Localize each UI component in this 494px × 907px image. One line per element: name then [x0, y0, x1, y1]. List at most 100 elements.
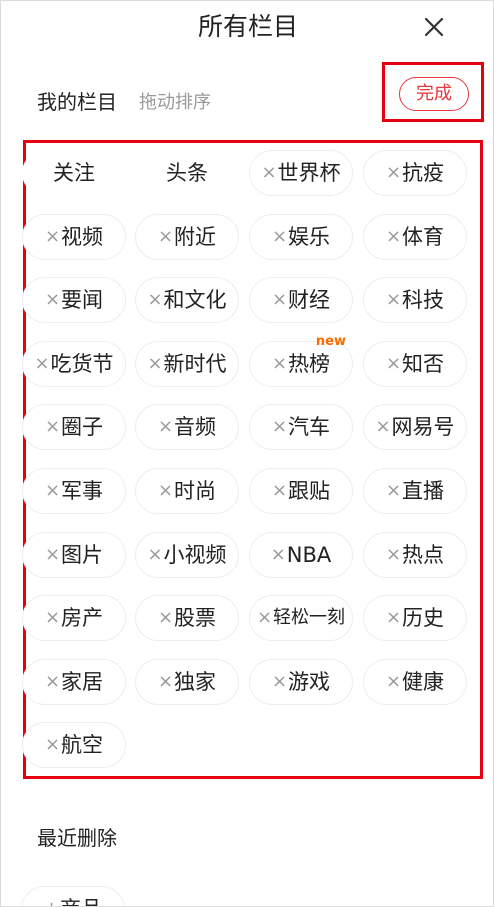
remove-x-icon[interactable]: ×: [147, 544, 162, 566]
column-chip-label: 游戏: [288, 670, 331, 694]
remove-x-icon[interactable]: ×: [386, 226, 401, 248]
column-chip[interactable]: × 时尚: [135, 468, 239, 514]
recent-deleted-chip[interactable]: + 商品: [21, 886, 125, 906]
my-columns-title: 我的栏目: [37, 90, 117, 114]
column-chip[interactable]: × 附近: [135, 214, 239, 260]
column-chip[interactable]: × 游戏: [249, 659, 353, 705]
column-chip[interactable]: × 视频: [22, 214, 126, 260]
column-chip[interactable]: × 航空: [22, 722, 126, 768]
column-chip[interactable]: × 汽车: [249, 404, 353, 450]
column-chip[interactable]: 关注: [22, 150, 126, 196]
remove-x-icon[interactable]: ×: [386, 353, 401, 375]
column-chip[interactable]: × 家居: [22, 659, 126, 705]
column-chip[interactable]: × 世界杯: [249, 150, 353, 196]
remove-x-icon[interactable]: ×: [375, 416, 390, 438]
column-chip-label: 娱乐: [288, 225, 331, 249]
column-chip-label: 时尚: [174, 479, 217, 503]
column-chip[interactable]: × 娱乐: [249, 214, 353, 260]
column-chip-label: 家居: [61, 670, 104, 694]
remove-x-icon[interactable]: ×: [158, 480, 173, 502]
column-chip[interactable]: × 知否: [363, 341, 467, 387]
column-chip-label: 网易号: [391, 415, 455, 439]
close-button[interactable]: [418, 11, 450, 43]
column-chip-label: 关注: [53, 161, 95, 185]
column-chip[interactable]: × NBA: [249, 532, 353, 578]
remove-x-icon[interactable]: ×: [158, 671, 173, 693]
remove-x-icon[interactable]: ×: [45, 480, 60, 502]
column-chip[interactable]: × 股票: [135, 595, 239, 641]
column-chip[interactable]: × 跟贴: [249, 468, 353, 514]
remove-x-icon[interactable]: ×: [386, 289, 401, 311]
column-chip[interactable]: × 小视频: [135, 532, 239, 578]
new-badge: new: [315, 334, 346, 349]
remove-x-icon[interactable]: ×: [34, 353, 49, 375]
column-chip-label: 历史: [402, 606, 445, 630]
remove-x-icon[interactable]: ×: [386, 607, 401, 629]
remove-x-icon[interactable]: ×: [272, 289, 287, 311]
column-chip[interactable]: × 网易号: [363, 404, 467, 450]
column-chip[interactable]: × 和文化: [135, 277, 239, 323]
column-chip[interactable]: × 音频: [135, 404, 239, 450]
column-chip[interactable]: × 图片: [22, 532, 126, 578]
remove-x-icon[interactable]: ×: [158, 607, 173, 629]
column-chip[interactable]: × 直播: [363, 468, 467, 514]
remove-x-icon[interactable]: ×: [45, 416, 60, 438]
header: 所有栏目: [1, 1, 493, 55]
remove-x-icon[interactable]: ×: [45, 607, 60, 629]
remove-x-icon[interactable]: ×: [158, 226, 173, 248]
recent-deleted-title: 最近删除: [37, 826, 117, 850]
remove-x-icon[interactable]: ×: [158, 416, 173, 438]
remove-x-icon[interactable]: ×: [147, 289, 162, 311]
remove-x-icon[interactable]: ×: [272, 671, 287, 693]
column-chip[interactable]: × 科技: [363, 277, 467, 323]
remove-x-icon[interactable]: ×: [386, 162, 401, 184]
column-chip[interactable]: × 财经: [249, 277, 353, 323]
column-chip[interactable]: × 抗疫: [363, 150, 467, 196]
column-chip[interactable]: × 体育: [363, 214, 467, 260]
column-chip-label: 房产: [61, 606, 104, 630]
remove-x-icon[interactable]: ×: [272, 416, 287, 438]
column-chip[interactable]: × 房产: [22, 595, 126, 641]
column-chip[interactable]: × 新时代: [135, 341, 239, 387]
column-chip[interactable]: × 热点: [363, 532, 467, 578]
remove-x-icon[interactable]: ×: [45, 671, 60, 693]
remove-x-icon[interactable]: ×: [386, 671, 401, 693]
column-chip-label: 军事: [61, 479, 104, 503]
column-chip-label: 体育: [402, 225, 445, 249]
remove-x-icon[interactable]: ×: [272, 353, 287, 375]
remove-x-icon[interactable]: ×: [147, 353, 162, 375]
column-chip-label: 抗疫: [402, 161, 445, 185]
column-chip-label: 健康: [402, 670, 445, 694]
remove-x-icon[interactable]: ×: [271, 544, 286, 566]
column-chip-label: 科技: [402, 288, 445, 312]
done-highlight: 完成: [382, 62, 484, 122]
column-chip-label: 热榜: [288, 352, 331, 376]
column-chip[interactable]: 头条: [135, 150, 239, 196]
column-chip-label: 轻松一刻: [273, 607, 346, 628]
remove-x-icon[interactable]: ×: [386, 480, 401, 502]
column-chip[interactable]: × 要闻: [22, 277, 126, 323]
column-chip[interactable]: × 吃货节: [22, 341, 126, 387]
column-chip-label: 圈子: [61, 415, 104, 439]
remove-x-icon[interactable]: ×: [386, 544, 401, 566]
remove-x-icon[interactable]: ×: [45, 734, 60, 756]
remove-x-icon[interactable]: ×: [45, 226, 60, 248]
column-chip[interactable]: × 圈子: [22, 404, 126, 450]
column-chip-label: 图片: [61, 543, 104, 567]
remove-x-icon[interactable]: ×: [257, 607, 272, 629]
column-chip[interactable]: × 热榜 new: [249, 335, 353, 387]
column-chip[interactable]: × 军事: [22, 468, 126, 514]
remove-x-icon[interactable]: ×: [272, 226, 287, 248]
remove-x-icon[interactable]: ×: [45, 544, 60, 566]
column-chip-label: 财经: [288, 288, 331, 312]
done-button[interactable]: 完成: [399, 77, 469, 111]
column-chip-label: 跟贴: [288, 479, 331, 503]
column-chip[interactable]: × 历史: [363, 595, 467, 641]
column-chip[interactable]: × 轻松一刻: [249, 595, 353, 641]
remove-x-icon[interactable]: ×: [45, 289, 60, 311]
column-chip[interactable]: × 独家: [135, 659, 239, 705]
column-chip[interactable]: × 健康: [363, 659, 467, 705]
column-chip-label: 航空: [61, 733, 104, 757]
remove-x-icon[interactable]: ×: [261, 162, 276, 184]
remove-x-icon[interactable]: ×: [272, 480, 287, 502]
